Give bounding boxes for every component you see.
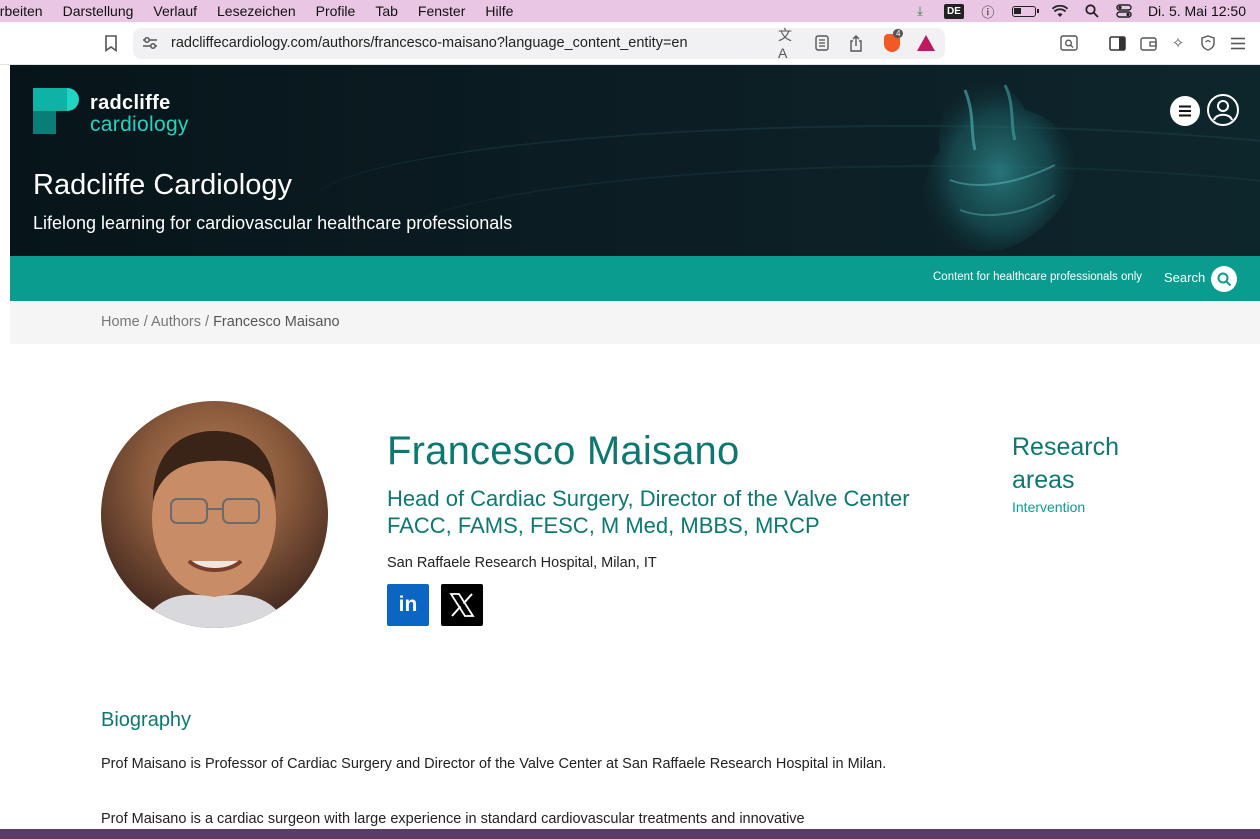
x-twitter-button[interactable] — [441, 584, 483, 626]
author-role: Head of Cardiac Surgery, Director of the… — [387, 485, 987, 539]
biography-paragraph: Prof Maisano is a cardiac surgeon with l… — [101, 811, 805, 827]
brave-rewards-icon[interactable] — [917, 34, 935, 52]
battery-icon[interactable] — [1011, 5, 1039, 17]
user-icon — [1213, 100, 1233, 121]
site-tagline: Lifelong learning for cardiovascular hea… — [33, 213, 513, 233]
bookmark-icon[interactable] — [102, 34, 120, 52]
x-icon — [449, 593, 475, 617]
leo-ai-icon[interactable]: ✧ — [1169, 34, 1187, 52]
linkedin-button[interactable]: in — [387, 584, 429, 626]
brave-shields-icon[interactable]: 4 — [883, 29, 904, 52]
menubar-clock[interactable]: Di. 5. Mai 12:50 — [1148, 3, 1246, 19]
biography-paragraph: Prof Maisano is Professor of Cardiac Sur… — [101, 756, 887, 772]
search-icon — [1217, 272, 1231, 286]
research-areas-heading: Research areas — [1012, 431, 1142, 497]
wallet-icon[interactable] — [1139, 34, 1157, 52]
menu-darstellung[interactable]: Darstellung — [53, 3, 144, 19]
browser-toolbar: radcliffecardiology.com/authors/francesc… — [0, 22, 1260, 65]
breadcrumb-bar: Home / Authors / Francesco Maisano — [10, 301, 1260, 344]
site-title: Radcliffe Cardiology — [33, 169, 292, 201]
translate-icon[interactable]: 文A — [778, 27, 796, 61]
breadcrumb-separator: / — [139, 314, 151, 330]
site-logo[interactable]: radcliffe cardiology — [33, 88, 203, 138]
site-settings-icon[interactable] — [141, 34, 159, 52]
shields-count-badge: 4 — [893, 29, 904, 38]
menu-profile[interactable]: Profile — [306, 3, 366, 19]
macos-menubar: arbeiten Darstellung Verlauf Lesezeichen… — [0, 0, 1260, 22]
sidebar-toggle-icon[interactable] — [1108, 34, 1126, 52]
status-area: ⤓ DE ⓘ Di. 5. Mai 12:50 — [912, 0, 1246, 22]
menu-verlauf[interactable]: Verlauf — [143, 3, 207, 19]
url-text[interactable]: radcliffecardiology.com/authors/francesc… — [171, 35, 688, 51]
hamburger-icon — [1179, 105, 1191, 117]
search-button[interactable] — [1211, 266, 1237, 292]
author-name: Francesco Maisano — [387, 429, 740, 473]
menu-fenster[interactable]: Fenster — [408, 3, 475, 19]
hamburger-menu-button[interactable] — [1170, 96, 1200, 126]
browser-menu-icon[interactable] — [1229, 34, 1247, 52]
breadcrumb-authors[interactable]: Authors — [151, 314, 201, 330]
menu-hilfe[interactable]: Hilfe — [475, 3, 523, 19]
linkedin-icon: in — [398, 593, 418, 616]
app-menus: arbeiten Darstellung Verlauf Lesezeichen… — [0, 3, 523, 19]
menu-bearbeiten[interactable]: arbeiten — [0, 3, 53, 19]
site-header: radcliffe cardiology Radcliffe Cardiolog… — [10, 65, 1260, 256]
menu-lesezeichen[interactable]: Lesezeichen — [207, 3, 306, 19]
reader-mode-icon[interactable] — [813, 34, 831, 52]
research-heading-line: areas — [1012, 466, 1075, 494]
user-account-button[interactable] — [1207, 94, 1239, 126]
author-position: Head of Cardiac Surgery, Director of the… — [387, 486, 910, 511]
hcp-notice: Content for healthcare professionals onl… — [933, 271, 1143, 283]
logo-text-cardiology: cardiology — [90, 113, 189, 136]
tab-search-icon[interactable] — [1060, 34, 1078, 52]
menu-tab[interactable]: Tab — [365, 3, 408, 19]
breadcrumb-home[interactable]: Home — [101, 314, 140, 330]
logo-text-radcliffe: radcliffe — [90, 92, 171, 114]
author-affiliation: San Raffaele Research Hospital, Milan, I… — [387, 555, 657, 571]
author-photo — [101, 401, 328, 628]
spotlight-search-icon[interactable] — [1084, 4, 1100, 18]
breadcrumb-separator: / — [200, 314, 214, 330]
share-icon[interactable] — [847, 34, 865, 52]
control-center-icon[interactable] — [1116, 4, 1132, 18]
biography-heading: Biography — [101, 709, 192, 731]
heart-illustration — [923, 74, 1076, 251]
search-label[interactable]: Search — [1164, 270, 1205, 285]
breadcrumb: Home / Authors / Francesco Maisano — [101, 314, 340, 330]
dock-edge — [0, 829, 1260, 839]
accessibility-icon[interactable]: ⓘ — [980, 4, 996, 20]
vpn-shield-icon[interactable] — [1199, 34, 1217, 52]
research-area-link[interactable]: Intervention — [1012, 499, 1085, 515]
research-heading-line: Research — [1012, 433, 1119, 461]
web-page: radcliffe cardiology Radcliffe Cardiolog… — [10, 65, 1260, 839]
address-bar[interactable]: radcliffecardiology.com/authors/francesc… — [133, 27, 945, 61]
keyboard-layout-badge[interactable]: DE — [944, 3, 964, 19]
wifi-icon[interactable] — [1051, 4, 1068, 18]
download-icon[interactable]: ⤓ — [912, 3, 928, 18]
breadcrumb-current: Francesco Maisano — [213, 314, 340, 330]
hcp-search-bar: Content for healthcare professionals onl… — [10, 256, 1260, 301]
author-credentials: FACC, FAMS, FESC, M Med, MBBS, MRCP — [387, 513, 820, 538]
